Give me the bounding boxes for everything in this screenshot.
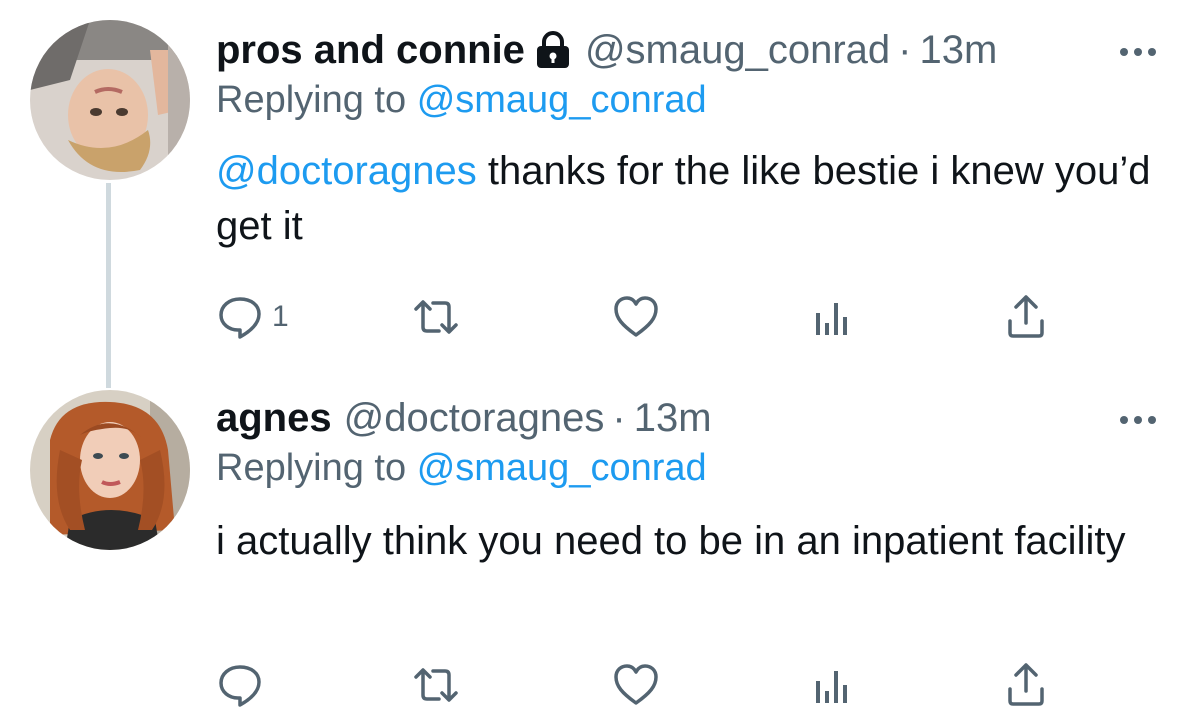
tweet-header: agnes @doctoragnes · 13m bbox=[216, 388, 1160, 448]
display-name[interactable]: agnes bbox=[216, 388, 332, 448]
more-options-icon[interactable] bbox=[1116, 30, 1160, 74]
like-button[interactable] bbox=[612, 292, 660, 342]
analytics-button[interactable] bbox=[808, 660, 856, 710]
avatar[interactable] bbox=[30, 20, 190, 180]
heart-icon bbox=[614, 296, 658, 337]
retweet-button[interactable] bbox=[412, 660, 460, 710]
like-button[interactable] bbox=[612, 660, 660, 710]
analytics-button[interactable] bbox=[808, 292, 856, 342]
replying-to-link[interactable]: @smaug_conrad bbox=[417, 447, 707, 489]
reply-icon bbox=[219, 297, 261, 339]
thread-line bbox=[106, 183, 111, 388]
retweet-icon bbox=[414, 668, 458, 702]
tweet[interactable]: pros and connie @smaug_conrad · 13m Repl… bbox=[0, 0, 1200, 388]
action-bar bbox=[216, 660, 1076, 710]
handle[interactable]: @smaug_conrad bbox=[585, 20, 890, 80]
reply-icon bbox=[219, 665, 261, 707]
reply-button[interactable]: 1 bbox=[216, 292, 289, 342]
replying-to-line: Replying to @smaug_conrad bbox=[216, 74, 707, 126]
reply-button[interactable] bbox=[216, 660, 264, 710]
analytics-icon bbox=[816, 303, 847, 335]
tweet[interactable]: agnes @doctoragnes · 13m Replying to @sm… bbox=[0, 380, 1200, 725]
timestamp[interactable]: 13m bbox=[919, 20, 997, 80]
tweet-header: pros and connie @smaug_conrad · 13m bbox=[216, 20, 1160, 80]
action-bar: 1 bbox=[216, 292, 1076, 342]
lock-icon bbox=[533, 30, 573, 70]
analytics-icon bbox=[816, 671, 847, 703]
separator-dot: · bbox=[898, 28, 912, 72]
handle[interactable]: @doctoragnes bbox=[344, 388, 605, 448]
avatar[interactable] bbox=[30, 390, 190, 550]
replying-to-line: Replying to @smaug_conrad bbox=[216, 442, 707, 494]
share-button[interactable] bbox=[1002, 660, 1050, 710]
display-name[interactable]: pros and connie bbox=[216, 20, 525, 80]
reply-count: 1 bbox=[272, 300, 289, 333]
tweet-text: @doctoragnes thanks for the like bestie … bbox=[216, 144, 1176, 254]
retweet-icon bbox=[414, 300, 458, 334]
retweet-button[interactable] bbox=[412, 292, 460, 342]
avatar-image bbox=[30, 390, 190, 550]
heart-icon bbox=[614, 664, 658, 705]
replying-to-label: Replying to bbox=[216, 447, 407, 489]
replying-to-link[interactable]: @smaug_conrad bbox=[417, 79, 707, 121]
share-button[interactable] bbox=[1002, 292, 1050, 342]
share-icon bbox=[1008, 295, 1044, 338]
avatar-image bbox=[30, 20, 190, 180]
timestamp[interactable]: 13m bbox=[634, 388, 712, 448]
tweet-text: i actually think you need to be in an in… bbox=[216, 519, 1126, 563]
replying-to-label: Replying to bbox=[216, 79, 407, 121]
share-icon bbox=[1008, 663, 1044, 706]
body-mention-link[interactable]: @doctoragnes bbox=[216, 149, 477, 193]
more-options-icon[interactable] bbox=[1116, 398, 1160, 442]
separator-dot: · bbox=[612, 396, 626, 440]
